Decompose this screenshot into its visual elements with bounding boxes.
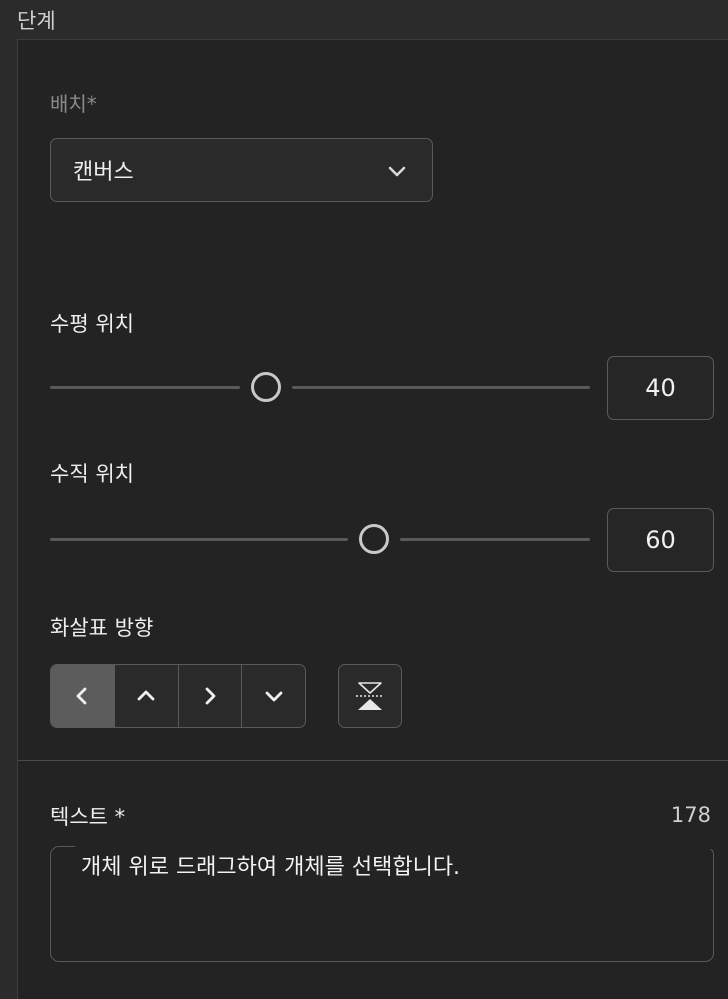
arrow-left-button[interactable] <box>51 665 114 727</box>
slider-track-right <box>292 386 590 389</box>
chevron-up-icon <box>137 690 155 701</box>
slider-track-left <box>50 538 348 541</box>
arrow-direction-group <box>50 664 306 728</box>
horizontal-position-label: 수평 위치 <box>50 312 134 336</box>
arrow-direction-label: 화살표 방향 <box>50 616 154 640</box>
placement-label: 배치* <box>50 92 97 116</box>
chevron-right-icon <box>205 687 216 705</box>
character-counter: 178 <box>670 803 711 827</box>
text-input-value: 개체 위로 드래그하여 개체를 선택합니다. <box>81 855 461 880</box>
slider-thumb[interactable] <box>251 372 281 402</box>
arrow-right-button[interactable] <box>177 665 242 727</box>
horizontal-position-slider[interactable] <box>50 372 590 402</box>
text-input[interactable]: 개체 위로 드래그하여 개체를 선택합니다. <box>50 845 728 962</box>
text-label: 텍스트 * <box>50 805 126 829</box>
vertical-position-input[interactable]: 60 <box>607 508 714 572</box>
slider-track-left <box>50 386 240 389</box>
slider-thumb[interactable] <box>359 524 389 554</box>
arrow-up-button[interactable] <box>113 665 178 727</box>
vertical-position-label: 수직 위치 <box>50 462 134 486</box>
flip-vertical-icon <box>356 682 384 710</box>
horizontal-position-input[interactable]: 40 <box>607 356 714 420</box>
placement-dropdown[interactable]: 캔버스 <box>50 138 433 202</box>
chevron-left-icon <box>76 687 87 705</box>
placement-selected-value: 캔버스 <box>73 160 134 185</box>
vertical-position-slider[interactable] <box>50 524 590 554</box>
slider-track-right <box>400 538 590 541</box>
section-divider <box>17 760 728 761</box>
chevron-down-icon <box>388 166 406 177</box>
flip-direction-button[interactable] <box>338 664 402 728</box>
section-title: 단계 <box>17 9 56 33</box>
arrow-down-button[interactable] <box>241 665 305 727</box>
chevron-down-icon <box>265 691 283 702</box>
